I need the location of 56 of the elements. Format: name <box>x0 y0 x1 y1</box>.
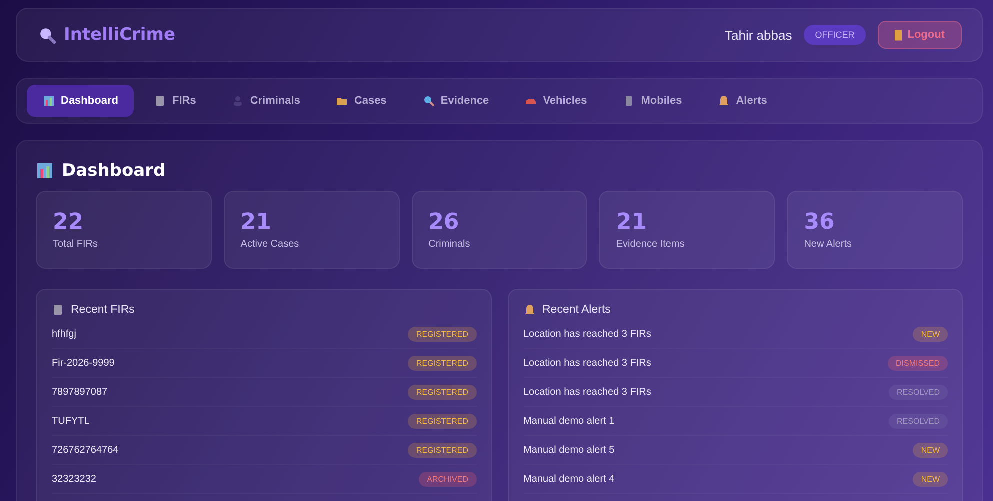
stat-value: 21 <box>616 210 648 235</box>
panel-title: Recent FIRs <box>71 304 135 316</box>
nav-tab[interactable]: Vehicles <box>509 85 604 117</box>
app-logo: IntelliCrime <box>64 25 176 45</box>
nav-tab[interactable]: Evidence <box>406 85 506 117</box>
status-badge: REGISTERED <box>408 442 476 458</box>
row-title: Manual demo alert 5 <box>524 444 615 456</box>
row-title: 7897897087 <box>52 386 108 398</box>
row-title: hfhfgj <box>52 328 76 340</box>
nav-tab[interactable]: Cases <box>320 85 403 117</box>
stat-label: New Alerts <box>804 239 853 250</box>
nav-tab[interactable]: Dashboard <box>27 85 134 117</box>
status-badge: REGISTERED <box>408 356 476 370</box>
stat-label: Total FIRs <box>53 239 100 250</box>
nav-tab[interactable]: Criminals <box>216 85 316 117</box>
chart-icon <box>36 162 54 180</box>
row-title: Location has reached 3 FIRs <box>524 358 652 368</box>
status-badge: REGISTERED <box>408 384 476 400</box>
user-name: Tahir abbas <box>725 28 792 42</box>
status-badge: REGISTERED <box>408 414 476 428</box>
stat-value: 36 <box>804 210 836 235</box>
chart-icon <box>43 95 55 107</box>
stat-value: 21 <box>240 210 272 235</box>
panel-title: Recent Alerts <box>542 304 611 316</box>
nav-tab[interactable]: FIRs <box>138 85 212 117</box>
status-badge: RESOLVED <box>889 384 948 400</box>
search-icon <box>422 95 435 107</box>
row-title: Manual demo alert 4 <box>524 474 615 484</box>
folder-icon <box>336 95 348 107</box>
row-title: Location has reached 3 FIRs <box>524 328 652 340</box>
row-title: Manual demo alert 1 <box>524 416 615 426</box>
nav-tab[interactable]: Mobiles <box>607 85 698 117</box>
status-badge: RESOLVED <box>889 414 948 428</box>
bell-icon <box>718 95 730 107</box>
row-title: TUFYTL <box>52 416 90 426</box>
status-badge: NEW <box>913 326 948 342</box>
stat-value: 22 <box>53 210 85 235</box>
person-icon <box>232 95 244 107</box>
stat-value: 26 <box>428 210 460 235</box>
stat-label: Criminals <box>428 239 472 250</box>
status-badge: ARCHIVED <box>419 472 476 486</box>
stat-label: Evidence Items <box>616 239 686 250</box>
stat-label: Active Cases <box>240 239 300 250</box>
status-badge: REGISTERED <box>408 326 476 342</box>
role-badge: OFFICER <box>804 25 866 45</box>
row-title: 32323232 <box>52 474 96 484</box>
search-icon <box>39 26 56 44</box>
page-title: Dashboard <box>62 161 166 181</box>
status-badge: NEW <box>913 472 948 486</box>
status-badge: NEW <box>913 442 948 458</box>
row-title: Location has reached 3 FIRs <box>524 386 652 398</box>
bell-icon <box>524 304 536 316</box>
row-title: 726762764764 <box>52 444 119 456</box>
row-title: Fir-2026-9999 <box>52 358 115 368</box>
status-badge: DISMISSED <box>888 356 948 370</box>
nav-tab[interactable]: Alerts <box>702 85 784 117</box>
